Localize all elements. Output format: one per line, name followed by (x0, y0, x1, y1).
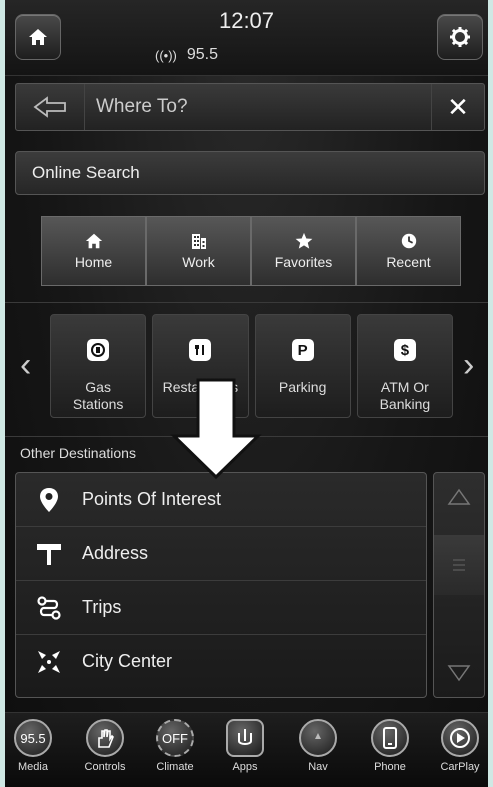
nav-label: Controls (84, 761, 126, 773)
tab-work[interactable]: Work (146, 216, 251, 286)
route-icon (16, 595, 82, 621)
list-item-address[interactable]: Address (16, 527, 426, 581)
media-badge: 95.5 (14, 719, 52, 757)
category-gas-stations[interactable]: Gas Stations (50, 314, 147, 418)
list-item-label: City Center (82, 651, 173, 671)
radio-station: 95.5 (186, 46, 219, 63)
down-arrow-annotation-icon (170, 378, 262, 480)
category-label: Parking (278, 379, 327, 395)
nav-controls-button[interactable]: Controls (75, 719, 135, 773)
list-item-label: Address (82, 543, 149, 563)
list-item-city-center[interactable]: City Center (16, 635, 426, 688)
list-scrollbar[interactable] (433, 472, 485, 698)
clock-icon (401, 233, 416, 249)
category-label: Banking (379, 396, 431, 412)
tab-label: Home (74, 254, 113, 270)
nav-media-button[interactable]: 95.5 Media (5, 719, 63, 773)
tab-favorites[interactable]: Favorites (251, 216, 356, 286)
nav-label: Climate (156, 761, 194, 773)
nav-nav-button[interactable]: Nav (288, 719, 348, 773)
category-atm-banking[interactable]: $ ATM Or Banking (356, 314, 453, 418)
tab-label: Work (182, 254, 215, 270)
settings-button[interactable] (437, 14, 483, 60)
where-to-input[interactable]: Where To? (96, 96, 188, 118)
other-destinations-list: Points Of Interest Address Trips City Ce… (15, 472, 427, 698)
city-center-icon (16, 649, 82, 675)
quick-destinations: Home Work Favorites Recent (41, 216, 461, 286)
gas-pump-icon (87, 339, 110, 361)
scroll-down-icon[interactable] (434, 663, 484, 683)
clock: 12:07 (218, 8, 275, 33)
nav-screen: 12:07 ((•)) 95.5 Where To? ✕ Online Sear… (5, 0, 488, 787)
status-bar: 12:07 ((•)) 95.5 (5, 0, 488, 76)
close-button[interactable]: ✕ (431, 84, 484, 130)
category-label: Gas (85, 379, 111, 395)
nav-phone-button[interactable]: Phone (360, 719, 420, 773)
nav-apps-button[interactable]: Apps (215, 719, 275, 773)
online-search-label: Online Search (32, 163, 140, 182)
tab-home[interactable]: Home (41, 216, 146, 286)
nav-label: Phone (374, 761, 406, 773)
scroll-thumb[interactable] (434, 535, 484, 595)
tab-label: Recent (386, 254, 431, 270)
nav-climate-button[interactable]: OFF Climate (145, 719, 205, 773)
bottom-nav: 95.5 Media Controls OFF Climate Apps Nav (5, 712, 488, 787)
where-to-bar: Where To? ✕ (15, 83, 485, 131)
back-button[interactable] (16, 84, 85, 130)
nav-label: Apps (232, 761, 258, 773)
tab-label: Favorites (274, 254, 333, 270)
online-search-button[interactable]: Online Search (15, 151, 485, 195)
divider (5, 302, 488, 303)
category-parking[interactable]: P Parking (254, 314, 351, 418)
list-item-label: Trips (82, 597, 122, 617)
grip-icon (453, 559, 465, 571)
gear-icon (450, 27, 470, 47)
list-item-points-of-interest[interactable]: Points Of Interest (16, 473, 426, 527)
star-icon (295, 232, 312, 249)
climate-badge: OFF (156, 719, 194, 757)
carplay-icon (441, 719, 479, 757)
nav-label: Nav (308, 761, 328, 773)
tab-recent[interactable]: Recent (356, 216, 461, 286)
nav-label: CarPlay (440, 761, 480, 773)
nav-carplay-button[interactable]: CarPlay (430, 719, 488, 773)
signpost-icon (16, 542, 82, 566)
building-icon (191, 234, 206, 249)
phone-icon (371, 719, 409, 757)
restaurant-icon (189, 339, 212, 361)
home-icon (85, 233, 102, 249)
radio-status: ((•)) 95.5 (155, 46, 218, 64)
list-item-trips[interactable]: Trips (16, 581, 426, 635)
nav-label: Media (18, 761, 48, 773)
section-heading: Other Destinations (20, 445, 136, 461)
radio-signal-icon: ((•)) (155, 47, 177, 63)
hand-controls-icon (86, 719, 124, 757)
list-item-label: Points Of Interest (82, 489, 222, 509)
compass-icon (299, 719, 337, 757)
dollar-icon: $ (393, 339, 416, 361)
parking-icon: P (291, 339, 314, 361)
map-pin-icon (16, 487, 82, 513)
apps-icon (226, 719, 264, 757)
category-label: ATM Or (380, 379, 429, 395)
category-label: Stations (72, 396, 124, 412)
categories-next-button[interactable]: › (463, 346, 474, 385)
categories-prev-button[interactable]: ‹ (20, 346, 31, 385)
scroll-up-icon[interactable] (434, 487, 484, 507)
back-arrow-icon (33, 96, 66, 118)
